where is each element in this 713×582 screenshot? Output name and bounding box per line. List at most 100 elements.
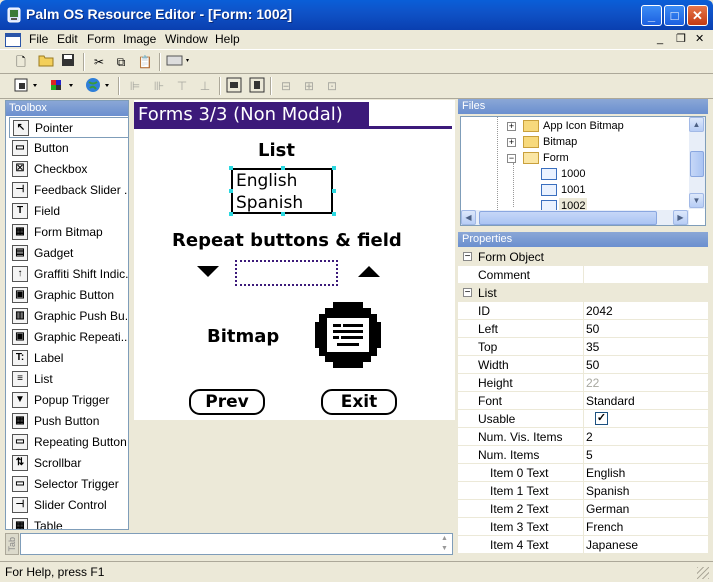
files-horizontal-scrollbar[interactable]: ◀ ▶ <box>461 210 689 225</box>
new-icon[interactable]: 🗋 <box>11 53 31 71</box>
property-row[interactable]: Item 2 Text German <box>458 500 708 518</box>
repeat-up-button[interactable] <box>358 266 380 281</box>
tool-button[interactable]: ▭ Button <box>9 138 128 159</box>
collapse-icon[interactable]: − <box>507 154 516 163</box>
selection-handle[interactable] <box>229 212 233 216</box>
property-value[interactable]: English <box>586 466 625 480</box>
tool-selector-trigger[interactable]: ▭ Selector Trigger <box>9 474 128 495</box>
tool-list[interactable]: ≡ List <box>9 369 128 390</box>
property-value[interactable]: 5 <box>586 448 593 462</box>
property-row[interactable]: Comment <box>458 266 708 284</box>
menu-form[interactable]: Form <box>87 32 115 47</box>
grid-dropdown-icon[interactable] <box>12 77 42 95</box>
save-icon[interactable] <box>58 53 78 71</box>
selection-handle[interactable] <box>229 189 233 193</box>
cut-icon[interactable]: ✂ <box>89 53 109 71</box>
scroll-up-icon[interactable]: ▲ <box>689 117 704 132</box>
property-value[interactable]: 50 <box>586 322 599 336</box>
group-icon[interactable]: ⊡ <box>322 77 342 95</box>
open-folder-icon[interactable] <box>36 53 56 71</box>
globe-dropdown-icon[interactable] <box>84 77 114 95</box>
selection-handle[interactable] <box>332 189 336 193</box>
usable-checkbox[interactable]: ✓ <box>595 412 608 425</box>
property-category[interactable]: − Form Object <box>458 248 708 266</box>
tool-field[interactable]: T Field <box>9 201 128 222</box>
property-value[interactable]: 2 <box>586 430 593 444</box>
property-value[interactable]: 35 <box>586 340 599 354</box>
property-category[interactable]: − List <box>458 284 708 302</box>
list-control[interactable]: English Spanish <box>231 168 333 214</box>
property-row[interactable]: Top 35 <box>458 338 708 356</box>
property-row[interactable]: Item 1 Text Spanish <box>458 482 708 500</box>
scroll-right-icon[interactable]: ▶ <box>673 210 688 225</box>
files-vertical-scrollbar[interactable]: ▲ ▼ <box>689 117 705 209</box>
property-row[interactable]: Item 0 Text English <box>458 464 708 482</box>
tool-scrollbar[interactable]: ⇅ Scrollbar <box>9 453 128 474</box>
tool-gadget[interactable]: ▤ Gadget <box>9 243 128 264</box>
space-down-icon[interactable]: ⊞ <box>299 77 319 95</box>
property-value[interactable]: 50 <box>586 358 599 372</box>
tool-table[interactable]: ▦ Table <box>9 516 128 529</box>
selection-handle[interactable] <box>229 166 233 170</box>
scroll-down-icon[interactable]: ▼ <box>689 193 704 208</box>
resize-grip-icon[interactable] <box>697 567 709 579</box>
selection-handle[interactable] <box>332 212 336 216</box>
tool-repeating-button[interactable]: ▭ Repeating Button <box>9 432 128 453</box>
align-bottom-icon[interactable]: ⊥ <box>195 77 215 95</box>
collapse-icon[interactable]: − <box>463 252 472 262</box>
repeat-label[interactable]: Repeat buttons & field <box>172 230 402 251</box>
collapse-icon[interactable]: − <box>463 288 472 298</box>
tool-feedback-slider[interactable]: ⊣ Feedback Slider ... <box>9 180 128 201</box>
scroll-thumb[interactable] <box>690 151 704 177</box>
tool-push-button[interactable]: ▦ Push Button <box>9 411 128 432</box>
tool-form-bitmap[interactable]: ▦ Form Bitmap <box>9 222 128 243</box>
mdi-close-button[interactable]: ✕ <box>695 32 704 47</box>
scroll-left-icon[interactable]: ◀ <box>461 210 476 225</box>
expand-icon[interactable]: + <box>507 138 516 147</box>
minimize-button[interactable]: _ <box>641 5 662 26</box>
repeat-down-button[interactable] <box>197 266 219 281</box>
space-across-icon[interactable]: ⊟ <box>276 77 296 95</box>
tool-pointer[interactable]: ↖ Pointer <box>9 117 128 138</box>
property-value[interactable]: 22 <box>586 376 599 390</box>
scroll-up-icon[interactable]: ▲ <box>438 535 451 544</box>
list-label[interactable]: List <box>258 140 295 161</box>
selection-handle[interactable] <box>281 166 285 170</box>
tool-slider-control[interactable]: ⊣ Slider Control <box>9 495 128 516</box>
selection-handle[interactable] <box>332 166 336 170</box>
copy-icon[interactable]: ⧉ <box>111 53 131 71</box>
tool-graffiti-shift[interactable]: ↑ Graffiti Shift Indic... <box>9 264 128 285</box>
document-icon[interactable] <box>5 33 21 47</box>
repeat-field[interactable] <box>235 260 338 286</box>
menu-help[interactable]: Help <box>215 32 240 47</box>
property-row[interactable]: Height 22 <box>458 374 708 392</box>
center-horizontal-icon[interactable] <box>224 77 244 95</box>
menu-edit[interactable]: Edit <box>57 32 78 47</box>
property-row[interactable]: Num. Vis. Items 2 <box>458 428 708 446</box>
property-row[interactable]: Usable ✓ <box>458 410 708 428</box>
property-value[interactable]: French <box>586 520 623 534</box>
maximize-button[interactable]: □ <box>664 5 685 26</box>
property-value[interactable]: Japanese <box>586 538 638 552</box>
menu-window[interactable]: Window <box>165 32 208 47</box>
form-bitmap-image[interactable] <box>313 300 383 373</box>
tree-node-form-1001[interactable]: 1001 <box>541 182 601 198</box>
expand-icon[interactable]: + <box>507 122 516 131</box>
scroll-down-icon[interactable]: ▼ <box>438 545 451 554</box>
property-value[interactable]: 2042 <box>586 304 613 318</box>
keyboard-dropdown-icon[interactable] <box>165 53 193 71</box>
center-vertical-icon[interactable] <box>247 77 267 95</box>
selection-handle[interactable] <box>281 212 285 216</box>
tool-graphic-button[interactable]: ▣ Graphic Button <box>9 285 128 306</box>
tree-node-form-1000[interactable]: 1000 <box>541 166 601 182</box>
property-row[interactable]: Item 3 Text French <box>458 518 708 536</box>
paste-icon[interactable]: 📋 <box>135 53 155 71</box>
mdi-minimize-button[interactable]: _ <box>657 32 663 47</box>
property-row[interactable]: Item 4 Text Japanese <box>458 536 708 553</box>
prev-button[interactable]: Prev <box>189 389 265 415</box>
tool-graphic-push-button[interactable]: ▥ Graphic Push Bu... <box>9 306 128 327</box>
scroll-thumb[interactable] <box>479 211 657 225</box>
property-row[interactable]: Num. Items 5 <box>458 446 708 464</box>
property-value[interactable]: Spanish <box>586 484 629 498</box>
list-item[interactable]: English <box>236 171 297 192</box>
